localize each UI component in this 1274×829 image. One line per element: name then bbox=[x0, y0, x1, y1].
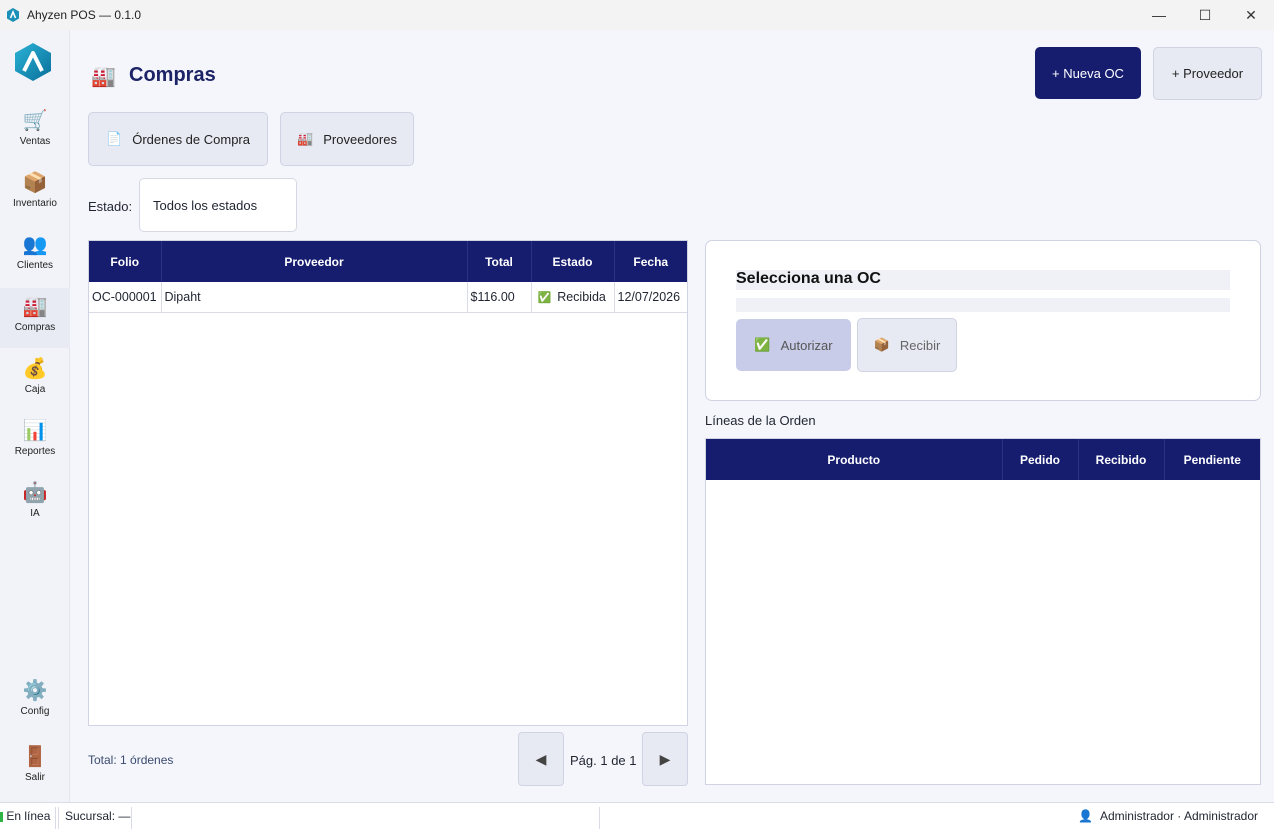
chart-icon: 📊 bbox=[22, 420, 48, 442]
cell-proveedor: Dipaht bbox=[161, 282, 468, 313]
column-header-estado[interactable]: Estado bbox=[531, 241, 615, 282]
new-po-button[interactable]: + Nueva OC bbox=[1035, 47, 1141, 99]
online-dot-icon bbox=[0, 811, 3, 822]
column-header-recibido[interactable]: Recibido bbox=[1078, 439, 1165, 480]
window-title: Ahyzen POS — 0.1.0 bbox=[27, 8, 142, 22]
orders-count: Total: 1 órdenes bbox=[88, 753, 174, 767]
sidebar-item-compras[interactable]: 🏭 Compras bbox=[0, 288, 70, 348]
prev-page-button[interactable]: ◀ bbox=[518, 732, 564, 786]
box-icon: 📦 bbox=[22, 172, 48, 194]
column-header-pendiente[interactable]: Pendiente bbox=[1164, 439, 1260, 480]
detail-title: Selecciona una OC bbox=[736, 270, 1230, 290]
page-indicator: Pág. 1 de 1 bbox=[570, 753, 637, 768]
order-lines-label: Líneas de la Orden bbox=[705, 413, 816, 428]
document-icon: 📄 bbox=[106, 131, 123, 146]
sidebar-item-reportes[interactable]: 📊 Reportes bbox=[0, 412, 70, 472]
divider bbox=[55, 807, 56, 829]
tab-label: Proveedores bbox=[323, 131, 397, 147]
sidebar-item-clientes[interactable]: 👥 Clientes bbox=[0, 226, 70, 286]
sidebar-item-label: Ventas bbox=[19, 136, 51, 147]
order-lines-table: Producto Pedido Recibido Pendiente bbox=[705, 438, 1261, 785]
receive-button[interactable]: 📦 Recibir bbox=[857, 318, 957, 372]
order-detail-panel: Selecciona una OC ✅ Autorizar 📦 Recibir bbox=[705, 240, 1261, 401]
table-row[interactable]: OC-000001 Dipaht $116.00 ✅ Recibida 12/07… bbox=[89, 282, 687, 313]
sidebar-item-label: IA bbox=[30, 508, 40, 519]
check-icon: ✅ bbox=[754, 337, 771, 352]
new-supplier-button[interactable]: + Proveedor bbox=[1153, 47, 1262, 100]
main-content: 🏭 Compras + Nueva OC + Proveedor 📄 Órden… bbox=[71, 30, 1274, 802]
column-header-folio[interactable]: Folio bbox=[89, 241, 162, 282]
user-icon: 👤 bbox=[1078, 809, 1094, 823]
sidebar-item-label: Caja bbox=[24, 384, 46, 395]
maximize-button[interactable]: ☐ bbox=[1182, 0, 1228, 30]
status-filter-value: Todos los estados bbox=[153, 197, 258, 213]
factory-icon: 🏭 bbox=[91, 66, 116, 88]
receive-label: Recibir bbox=[899, 337, 941, 353]
column-header-fecha[interactable]: Fecha bbox=[614, 241, 687, 282]
robot-icon: 🤖 bbox=[22, 482, 48, 504]
close-button[interactable]: ✕ bbox=[1228, 0, 1274, 30]
box-icon: 📦 bbox=[873, 337, 890, 352]
column-header-proveedor[interactable]: Proveedor bbox=[161, 241, 468, 282]
branch-status: Sucursal: — bbox=[65, 809, 131, 823]
detail-subtitle bbox=[736, 298, 1230, 312]
user-name: Administrador · Administrador bbox=[1099, 809, 1258, 823]
status-filter-label: Estado: bbox=[88, 199, 133, 214]
tab-proveedores[interactable]: 🏭 Proveedores bbox=[280, 112, 414, 166]
tab-ordenes-de-compra[interactable]: 📄 Órdenes de Compra bbox=[88, 112, 268, 166]
authorize-label: Autorizar bbox=[780, 337, 833, 353]
chevron-left-icon: ◀ bbox=[535, 750, 547, 767]
people-icon: 👥 bbox=[22, 234, 48, 256]
divider bbox=[58, 807, 59, 829]
sidebar-item-label: Compras bbox=[14, 322, 56, 333]
column-header-pedido[interactable]: Pedido bbox=[1002, 439, 1079, 480]
status-badge: Recibida bbox=[557, 289, 606, 304]
cell-fecha: 12/07/2026 bbox=[614, 282, 687, 313]
sidebar-item-inventario[interactable]: 📦 Inventario bbox=[0, 164, 70, 224]
orders-table: Folio Proveedor Total Estado Fecha OC-00… bbox=[88, 240, 688, 726]
tab-label: Órdenes de Compra bbox=[132, 131, 250, 147]
door-icon: 🚪 bbox=[22, 746, 48, 768]
sidebar: 🛒 Ventas 📦 Inventario 👥 Clientes 🏭 Compr… bbox=[0, 30, 70, 802]
sidebar-item-config[interactable]: ⚙️ Config bbox=[0, 672, 70, 732]
cart-icon: 🛒 bbox=[22, 110, 48, 132]
divider bbox=[131, 807, 132, 829]
column-header-total[interactable]: Total bbox=[467, 241, 532, 282]
sidebar-item-label: Inventario bbox=[13, 198, 57, 209]
status-bar: En línea Sucursal: — 👤 Administrador · A… bbox=[0, 802, 1274, 829]
sidebar-item-label: Config bbox=[20, 706, 50, 717]
sidebar-item-label: Salir bbox=[24, 772, 45, 783]
column-header-producto[interactable]: Producto bbox=[706, 439, 1003, 480]
sidebar-item-label: Reportes bbox=[14, 446, 56, 457]
app-logo-icon bbox=[7, 8, 19, 22]
chevron-right-icon: ▶ bbox=[659, 750, 671, 767]
sidebar-item-salir[interactable]: 🚪 Salir bbox=[0, 738, 70, 798]
online-status: En línea bbox=[6, 809, 51, 823]
sidebar-item-caja[interactable]: 💰 Caja bbox=[0, 350, 70, 410]
sidebar-item-ia[interactable]: 🤖 IA bbox=[0, 474, 70, 534]
brand-logo bbox=[15, 43, 51, 81]
next-page-button[interactable]: ▶ bbox=[642, 732, 688, 786]
page-title: Compras bbox=[129, 64, 216, 86]
cell-folio: OC-000001 bbox=[89, 282, 162, 313]
authorize-button[interactable]: ✅ Autorizar bbox=[736, 319, 851, 371]
factory-icon: 🏭 bbox=[297, 131, 314, 146]
gear-icon: ⚙️ bbox=[22, 680, 48, 702]
cell-total: $116.00 bbox=[467, 282, 532, 313]
sidebar-item-label: Clientes bbox=[16, 260, 54, 271]
money-bag-icon: 💰 bbox=[22, 358, 48, 380]
check-icon: ✅ bbox=[537, 291, 552, 304]
factory-icon: 🏭 bbox=[22, 296, 48, 318]
cell-estado: ✅ Recibida bbox=[531, 282, 615, 313]
minimize-button[interactable]: — bbox=[1136, 0, 1182, 30]
user-info: 👤 Administrador · Administrador bbox=[1078, 809, 1258, 823]
status-filter-select[interactable]: Todos los estados bbox=[139, 178, 297, 232]
sidebar-item-ventas[interactable]: 🛒 Ventas bbox=[0, 102, 70, 162]
divider bbox=[599, 807, 600, 829]
title-bar: Ahyzen POS — 0.1.0 — ☐ ✕ bbox=[0, 0, 1274, 30]
online-indicator: En línea bbox=[0, 809, 50, 823]
